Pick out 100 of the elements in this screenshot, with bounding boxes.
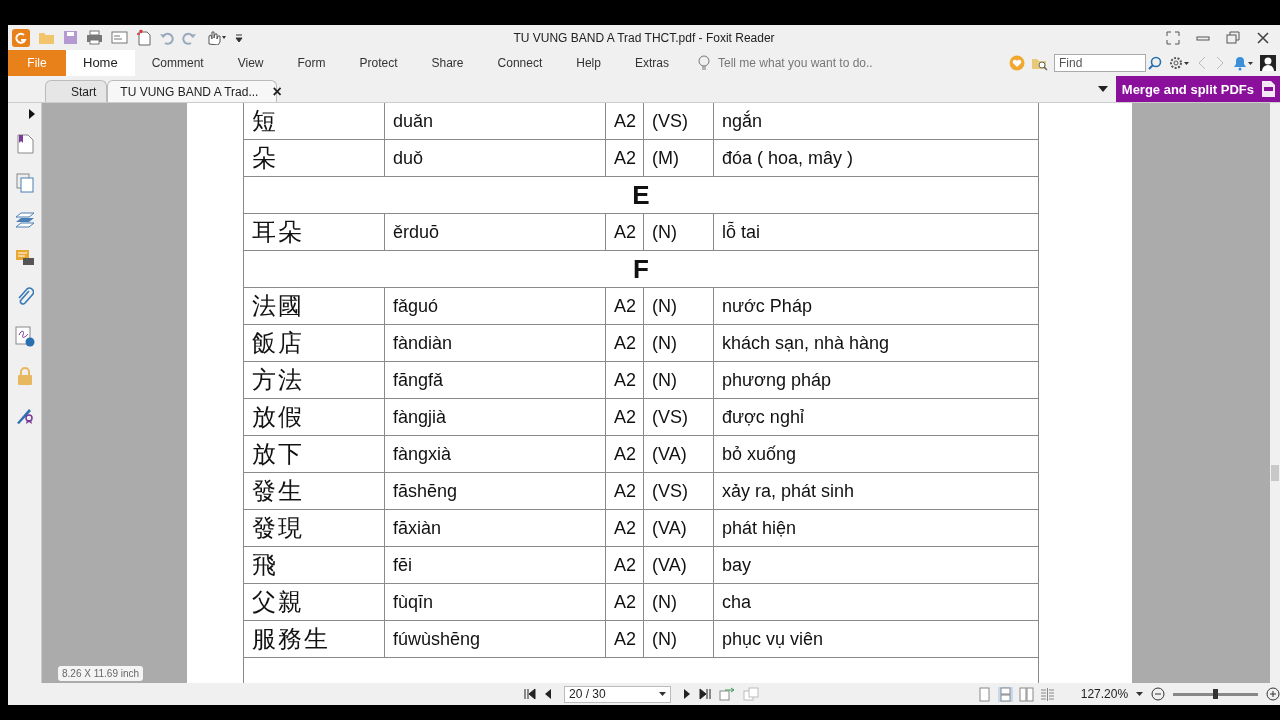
hanzi-cell: 發生 [243, 472, 385, 510]
dropdown-caret-icon[interactable] [658, 692, 666, 696]
level-cell: A2 [605, 324, 644, 362]
zoom-out-icon[interactable] [1151, 687, 1166, 701]
section-letter: F [243, 250, 1039, 288]
window-title: TU VUNG BAND A Trad THCT.pdf - Foxit Reader [513, 31, 775, 45]
ribbon-tab[interactable]: Connect [480, 50, 560, 76]
document-tab[interactable]: Start [45, 80, 108, 102]
word-class-cell: (VA) [643, 509, 714, 547]
avatar-icon[interactable] [1260, 55, 1276, 71]
level-cell: A2 [605, 213, 644, 251]
level-cell: A2 [605, 620, 644, 658]
previous-page-icon[interactable] [544, 688, 552, 700]
meaning-cell: ngắn [713, 103, 1039, 140]
pinyin-cell: duǒ [384, 139, 606, 177]
tab-label: Start [71, 84, 97, 99]
paperclip-icon[interactable] [15, 287, 34, 307]
app-logo-icon[interactable] [12, 28, 30, 47]
pinyin-cell: fāngfǎ [384, 361, 606, 399]
level-cell: A2 [605, 509, 644, 547]
meaning-cell: cha [713, 583, 1039, 621]
ribbon-tab[interactable]: Help [559, 50, 618, 76]
pinyin-cell: fāxiàn [384, 509, 606, 547]
section-letter: E [243, 176, 1039, 214]
find-field[interactable]: Find [1054, 54, 1146, 72]
ribbon-tab[interactable]: Share [414, 50, 481, 76]
zoom-slider-thumb[interactable] [1212, 688, 1218, 699]
hanzi-cell: 飛 [243, 546, 385, 584]
pages-icon[interactable] [15, 173, 34, 193]
hanzi-cell: 朵 [243, 139, 385, 177]
last-page-icon[interactable] [698, 688, 711, 700]
level-cell: A2 [605, 139, 644, 177]
bell-icon[interactable] [1232, 55, 1254, 71]
hanzi-cell: 法國 [243, 287, 385, 325]
word-class-cell: (VS) [643, 103, 714, 140]
previous-view-icon[interactable] [718, 687, 735, 701]
meaning-cell: lỗ tai [713, 213, 1039, 251]
word-class-cell: (VS) [643, 398, 714, 436]
meaning-cell: bỏ xuống [713, 435, 1039, 473]
dropdown-caret-icon[interactable] [1136, 692, 1144, 696]
ribbon-tab[interactable]: Protect [342, 50, 415, 76]
word-class-cell: (VS) [643, 472, 714, 510]
level-cell: A2 [605, 361, 644, 399]
meaning-cell: phát hiện [713, 509, 1039, 547]
pinyin-cell: fēi [384, 546, 606, 584]
meaning-cell: phương pháp [713, 361, 1039, 399]
scrollbar-thumb[interactable] [1271, 465, 1279, 481]
pinyin-cell: fúwùshēng [384, 620, 606, 658]
comments-icon[interactable] [14, 249, 35, 268]
level-cell: A2 [605, 583, 644, 621]
facing-pages-icon[interactable] [1018, 686, 1034, 702]
word-class-cell: (M) [643, 139, 714, 177]
tell-me-field[interactable]: Tell me what you want to do.. [717, 56, 898, 70]
close-icon[interactable] [1256, 30, 1270, 45]
pinyin-cell: fāshēng [384, 472, 606, 510]
dropdown-caret-icon[interactable] [1097, 86, 1108, 92]
word-class-cell: (N) [643, 324, 714, 362]
cover-pages-icon[interactable] [1039, 686, 1055, 702]
lightbulb-icon[interactable] [697, 55, 710, 71]
search-icon[interactable] [1148, 56, 1162, 70]
page-number-field[interactable]: 20 / 30 [564, 685, 671, 703]
signature-icon[interactable] [14, 326, 35, 347]
hanzi-cell: 耳朵 [243, 213, 385, 251]
hanzi-cell: 父親 [243, 583, 385, 621]
pdf-document-icon [1260, 80, 1276, 98]
ribbon-tab[interactable]: View [220, 50, 281, 76]
ribbon-tab[interactable]: Extras [617, 50, 686, 76]
first-page-icon[interactable] [524, 688, 536, 700]
word-class-cell: (N) [643, 583, 714, 621]
new-document-icon[interactable] [136, 29, 151, 46]
hand-icon[interactable] [205, 30, 227, 45]
pinyin-cell: fàngjià [384, 398, 606, 436]
pinyin-cell: duǎn [384, 103, 606, 140]
customize-dropdown-icon[interactable] [235, 32, 243, 43]
expand-arrow-icon[interactable] [29, 109, 35, 119]
level-cell: A2 [605, 287, 644, 325]
layers-icon[interactable] [14, 212, 35, 230]
print-icon[interactable] [86, 30, 103, 45]
restore-icon[interactable] [1226, 30, 1240, 45]
meaning-cell: phục vụ viên [713, 620, 1039, 658]
next-page-icon[interactable] [682, 688, 691, 700]
hanzi-cell: 短 [243, 103, 385, 140]
hanzi-cell: 服務生 [243, 620, 385, 658]
ribbon-tab[interactable]: Home [66, 50, 135, 76]
word-class-cell: (N) [643, 287, 714, 325]
meaning-cell: bay [713, 546, 1039, 584]
meaning-cell: nước Pháp [713, 287, 1039, 325]
ribbon-tab[interactable]: Form [280, 50, 343, 76]
settings-icon[interactable] [1168, 55, 1190, 71]
save-icon[interactable] [63, 30, 78, 45]
word-class-cell: (N) [643, 620, 714, 658]
level-cell: A2 [605, 103, 644, 140]
fullscreen-icon[interactable] [1166, 30, 1180, 45]
zoom-level[interactable]: 127.20% [1080, 687, 1129, 701]
merge-split-button[interactable]: Merge and split PDFs [1115, 76, 1280, 102]
ribbon-tab[interactable]: Comment [134, 50, 221, 76]
continuous-page-icon[interactable] [997, 686, 1013, 702]
pinyin-cell: fùqīn [384, 583, 606, 621]
zoom-in-icon[interactable] [1266, 687, 1280, 701]
bookmark-icon[interactable] [15, 134, 34, 154]
